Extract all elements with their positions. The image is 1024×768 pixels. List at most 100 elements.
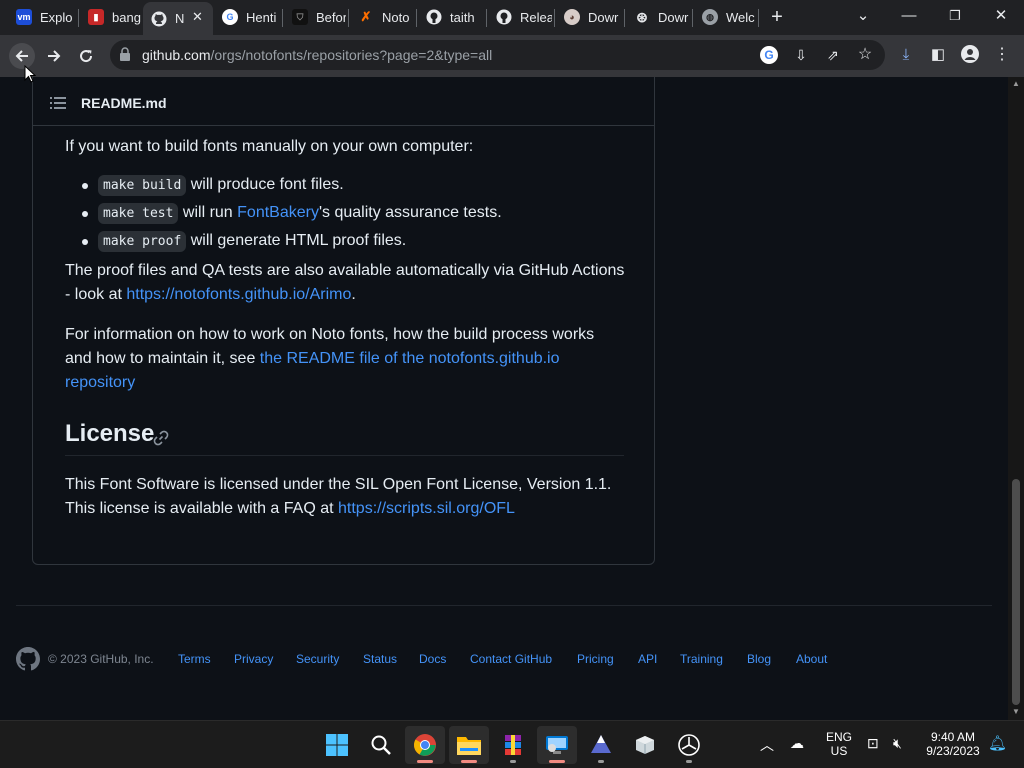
close-tab-icon[interactable]: ✕: [192, 9, 203, 25]
fontbakery-link[interactable]: FontBakery: [237, 204, 319, 221]
tab-henti[interactable]: G Henti: [214, 3, 280, 31]
scroll-up-icon[interactable]: ▲: [1012, 79, 1020, 88]
github-logo-icon[interactable]: [16, 647, 40, 671]
taskbar-winrar[interactable]: [493, 726, 533, 764]
tab-befor[interactable]: ⛉ Befor: [284, 3, 346, 31]
browser-toolbar: github.com/orgs/notofonts/repositories?p…: [0, 35, 1024, 77]
url-text[interactable]: github.com/orgs/notofonts/repositories?p…: [142, 47, 492, 63]
google-lens-icon[interactable]: G: [760, 46, 778, 64]
outline-list-icon[interactable]: [50, 96, 66, 110]
tab-taith[interactable]: taith: [418, 3, 484, 31]
footer-link-security[interactable]: Security: [296, 652, 339, 666]
clock[interactable]: 9:40 AM 9/23/2023: [920, 730, 986, 758]
footer-link-status[interactable]: Status: [363, 652, 397, 666]
footer-link-pricing[interactable]: Pricing: [577, 652, 614, 666]
profile-icon[interactable]: [960, 45, 980, 65]
arimo-proof-link[interactable]: https://notofonts.github.io/Arimo: [126, 286, 351, 303]
license-line-2: This license is available with a FAQ at: [65, 500, 339, 517]
footer-link-about[interactable]: About: [796, 652, 827, 666]
footer-link-docs[interactable]: Docs: [419, 652, 446, 666]
folder-icon: [457, 737, 481, 755]
tab-welc[interactable]: ◍ Welc: [694, 3, 756, 31]
footer-link-privacy[interactable]: Privacy: [234, 652, 273, 666]
scroll-down-icon[interactable]: ▼: [1012, 707, 1020, 716]
windows-taskbar: ︿ ☁ ENG US ⊡ 🔇︎ 9:40 AM 9/23/2023 🔔︎: [0, 720, 1024, 768]
install-app-icon[interactable]: ⇩: [792, 46, 810, 64]
tab-dowr-1[interactable]: ◕ Dowr: [556, 3, 622, 31]
readme-filename[interactable]: README.md: [81, 95, 167, 111]
restore-button[interactable]: ❐: [935, 4, 975, 28]
taskbar-openai[interactable]: [669, 726, 709, 764]
onedrive-sync-icon[interactable]: ☁: [790, 735, 804, 752]
winrar-icon: [505, 735, 521, 755]
page-scrollbar[interactable]: ▲ ▼: [1008, 77, 1024, 720]
tab-dowr-2[interactable]: ⊛ Dowr: [626, 3, 690, 31]
taskbar-file-explorer[interactable]: [449, 726, 489, 764]
running-indicator: [510, 760, 516, 763]
show-hidden-icons-chevron-icon[interactable]: ︿: [760, 735, 774, 755]
volume-muted-icon[interactable]: 🔇︎: [893, 735, 902, 752]
scrollbar-thumb[interactable]: [1012, 479, 1020, 705]
search-button[interactable]: [361, 726, 401, 764]
url-path: /orgs/notofonts/repositories?page=2&type…: [210, 47, 493, 63]
tab-title: Noto: [382, 9, 410, 25]
tab-explo[interactable]: vm Explo: [8, 3, 74, 31]
ofl-license-link[interactable]: https://scripts.sil.org/OFL: [338, 500, 515, 517]
start-button[interactable]: [317, 726, 357, 764]
github-icon: [496, 9, 512, 25]
share-icon[interactable]: ⇗: [824, 46, 842, 64]
bookmark-star-icon[interactable]: ☆: [856, 46, 874, 64]
new-tab-button[interactable]: +: [757, 5, 797, 29]
network-icon[interactable]: ⊡: [867, 735, 879, 752]
more-menu-icon[interactable]: ⋮: [992, 45, 1012, 65]
notification-bell-icon[interactable]: 🔔︎: [988, 734, 1007, 752]
region-code: US: [830, 744, 848, 758]
chrome-icon: [414, 734, 436, 756]
address-bar[interactable]: github.com/orgs/notofonts/repositories?p…: [110, 40, 885, 70]
tab-noto[interactable]: ✗ Noto: [350, 3, 414, 31]
tab-search-chevron-icon[interactable]: ⌄: [843, 4, 883, 28]
info-line-2: and how to maintain it, see: [65, 350, 260, 367]
running-indicator: [686, 760, 692, 763]
taskbar-remote-desktop[interactable]: [537, 726, 577, 764]
tab-title: Welc: [726, 9, 755, 25]
anchor-link-icon[interactable]: [153, 430, 169, 446]
mouse-cursor-icon: [24, 65, 36, 83]
taskbar-chrome[interactable]: [405, 726, 445, 764]
reload-button[interactable]: [73, 43, 99, 69]
google-icon: G: [222, 9, 238, 25]
github-icon: [151, 11, 167, 27]
windows-logo-icon: [326, 734, 348, 756]
openai-icon: ⊛: [636, 8, 648, 25]
license-paragraph: This Font Software is licensed under the…: [65, 473, 645, 521]
tab-relea[interactable]: Relea: [488, 3, 552, 31]
tab-title: Befor: [316, 9, 346, 25]
downloads-icon[interactable]: ⤓: [896, 45, 916, 65]
tab-strip: vm Explo ▮ bang N ✕ G Henti ⛉ Befor ✗ No…: [0, 0, 1024, 35]
url-host: github.com: [142, 47, 211, 63]
language-code: ENG: [825, 730, 852, 744]
minimize-button[interactable]: —: [889, 4, 929, 28]
close-window-button[interactable]: ✕: [981, 4, 1021, 28]
taskbar-virtualbox[interactable]: [625, 726, 665, 764]
footer-link-contact[interactable]: Contact GitHub: [470, 652, 552, 666]
footer-link-blog[interactable]: Blog: [747, 652, 771, 666]
lock-icon[interactable]: [120, 47, 130, 61]
tab-title: bang: [112, 9, 141, 25]
side-panel-icon[interactable]: ◧: [928, 45, 948, 65]
language-indicator[interactable]: ENG US: [823, 730, 855, 758]
tab-title: taith: [450, 9, 475, 25]
footer-link-training[interactable]: Training: [680, 652, 723, 666]
footer-link-terms[interactable]: Terms: [178, 652, 211, 666]
taskbar-inkscape[interactable]: [581, 726, 621, 764]
footer-link-api[interactable]: API: [638, 652, 657, 666]
bullet-text: 's quality assurance tests.: [318, 204, 502, 221]
shield-icon: ⛉: [292, 9, 308, 25]
notofonts-readme-link[interactable]: the README file of the notofonts.github.…: [260, 350, 560, 367]
heading-rule: [65, 455, 624, 456]
forward-button[interactable]: [41, 43, 67, 69]
tab-bang[interactable]: ▮ bang: [80, 3, 142, 31]
inline-code: make build: [98, 175, 187, 196]
running-indicator: [598, 760, 604, 763]
notofonts-readme-link-cont[interactable]: repository: [65, 374, 135, 391]
